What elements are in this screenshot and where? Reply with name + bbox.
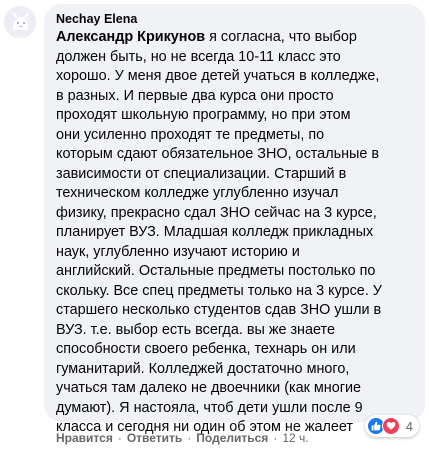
comment-line: планирует ВУЗ. Младшая колледж прикладны… bbox=[56, 224, 374, 240]
comment-line: зависимости от специализации. Старший в bbox=[56, 165, 347, 182]
comment-line: ВУЗ. т.е. выбор есть всегда. вы же знает… bbox=[56, 321, 335, 338]
comment-line: техническом колледже углубленно изучал bbox=[56, 185, 339, 201]
reaction-count: 4 bbox=[405, 418, 413, 434]
separator: · bbox=[117, 431, 122, 445]
comment-bubble: Nechay Elena Александр Крикунов я соглас… bbox=[44, 4, 425, 435]
comment-line: хорошо. У меня двое детей учаться в колл… bbox=[56, 68, 380, 84]
comment-text: Александр Крикунов я согласна, что выбор… bbox=[56, 28, 413, 438]
comment-line: проходят школьную программу, но при этом bbox=[56, 107, 351, 123]
comment-line: которым сдают обязательное ЗНО, остальны… bbox=[56, 146, 380, 162]
comment-author[interactable]: Nechay Elena bbox=[56, 11, 413, 28]
comment-mention[interactable]: Александр Крикунов bbox=[56, 29, 205, 45]
comment-line: английский. Остальные предметы постолько… bbox=[56, 263, 376, 279]
comment-line: скольку. Все спец предметы только на 3 к… bbox=[56, 282, 382, 299]
reply-button[interactable]: Ответить bbox=[127, 431, 182, 445]
avatar[interactable] bbox=[4, 6, 36, 38]
comment-line: должен быть, но не всегда 10-11 класс эт… bbox=[56, 48, 341, 65]
comment-line: наук, углубленно изучают историю и bbox=[56, 243, 300, 260]
avatar-image bbox=[4, 6, 36, 38]
comment-timestamp[interactable]: 12 ч. bbox=[282, 431, 308, 445]
like-button[interactable]: Нравится bbox=[56, 431, 113, 445]
comment-line: думают). Я настояла, чтоб дети ушли посл… bbox=[56, 399, 363, 416]
comment-line: старшего несколько студентов сдав ЗНО уш… bbox=[56, 302, 382, 318]
share-button[interactable]: Поделиться bbox=[196, 431, 268, 445]
reactions-summary[interactable]: 4 bbox=[364, 415, 419, 437]
comment-line: я согласна, что выбор bbox=[205, 29, 357, 45]
love-icon bbox=[381, 417, 400, 435]
comment-line: гуманитарий. Колледжей достаточно много, bbox=[56, 360, 350, 377]
comment-line: они усиленно проходят те предметы, по bbox=[56, 126, 325, 143]
comment-line: в разных. И первые два курса они просто bbox=[56, 87, 334, 104]
separator: · bbox=[187, 431, 192, 445]
comment-line: способности своего ребенка, технарь он и… bbox=[56, 341, 356, 357]
comment-actions: Нравится · Ответить · Поделиться · 12 ч. bbox=[56, 430, 309, 446]
comment-line: учаться там далеко не двоечники (как мно… bbox=[56, 380, 362, 396]
comment-line: физику, прекрасно сдал ЗНО сейчас на 3 к… bbox=[56, 204, 377, 221]
separator: · bbox=[273, 431, 278, 445]
